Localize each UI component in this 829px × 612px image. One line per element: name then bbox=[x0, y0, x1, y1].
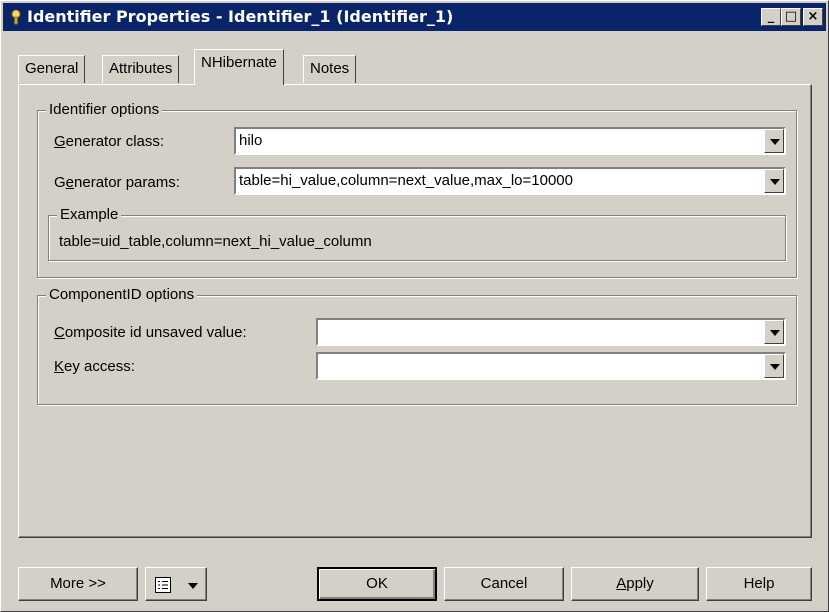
componentid-options-group: ComponentID options Composite id unsaved… bbox=[37, 286, 797, 405]
dialog-window: Identifier Properties - Identifier_1 (Id… bbox=[0, 0, 829, 612]
more-button[interactable]: More >> bbox=[18, 567, 138, 601]
generator-class-label: Generator class: bbox=[54, 133, 165, 150]
chevron-down-icon bbox=[188, 583, 198, 589]
generator-params-label: Generator params: bbox=[54, 174, 180, 191]
key-access-label: Key access: bbox=[54, 358, 135, 375]
example-group: Example table=uid_table,column=next_hi_v… bbox=[48, 206, 786, 261]
window-title: Identifier Properties - Identifier_1 (Id… bbox=[27, 7, 454, 26]
composite-unsaved-combo[interactable] bbox=[316, 318, 786, 346]
tab-nhibernate[interactable]: NHibernate bbox=[194, 49, 284, 85]
ok-button[interactable]: OK bbox=[317, 567, 437, 601]
example-legend: Example bbox=[57, 206, 122, 223]
tab-notes[interactable]: Notes bbox=[303, 55, 357, 83]
generator-params-value: table=hi_value,column=next_value,max_lo=… bbox=[239, 172, 573, 189]
generator-params-dropdown-button[interactable] bbox=[764, 169, 784, 193]
apply-button[interactable]: Apply bbox=[571, 567, 699, 601]
chevron-down-icon bbox=[770, 179, 780, 185]
identifier-options-legend: Identifier options bbox=[46, 101, 163, 118]
help-button[interactable]: Help bbox=[706, 567, 812, 601]
title-bar[interactable]: Identifier Properties - Identifier_1 (Id… bbox=[3, 3, 826, 31]
chevron-down-icon bbox=[770, 364, 780, 370]
example-text: table=uid_table,column=next_hi_value_col… bbox=[59, 233, 372, 250]
minimize-button[interactable]: _ bbox=[761, 8, 781, 26]
tab-general[interactable]: General bbox=[18, 55, 86, 83]
close-button[interactable]: × bbox=[803, 8, 823, 26]
list-icon bbox=[155, 577, 171, 593]
maximize-button[interactable]: □ bbox=[781, 8, 801, 26]
generator-class-value: hilo bbox=[239, 132, 263, 149]
identifier-key-icon bbox=[11, 9, 21, 25]
generator-params-combo[interactable]: table=hi_value,column=next_value,max_lo=… bbox=[234, 167, 786, 195]
identifier-options-group: Identifier options Generator class: hilo… bbox=[37, 101, 797, 278]
chevron-down-icon bbox=[770, 139, 780, 145]
generator-class-combo[interactable]: hilo bbox=[234, 127, 786, 155]
key-access-combo[interactable] bbox=[316, 352, 786, 380]
componentid-options-legend: ComponentID options bbox=[46, 286, 198, 303]
generator-class-dropdown-button[interactable] bbox=[764, 129, 784, 153]
chevron-down-icon bbox=[770, 330, 780, 336]
nhibernate-panel: Identifier options Generator class: hilo… bbox=[18, 84, 812, 538]
composite-unsaved-label: Composite id unsaved value: bbox=[54, 324, 247, 341]
key-access-dropdown-button[interactable] bbox=[764, 354, 784, 378]
property-sheet-menu-button[interactable] bbox=[145, 567, 207, 601]
cancel-button[interactable]: Cancel bbox=[444, 567, 564, 601]
tab-attributes[interactable]: Attributes bbox=[102, 55, 180, 83]
composite-unsaved-dropdown-button[interactable] bbox=[764, 320, 784, 344]
